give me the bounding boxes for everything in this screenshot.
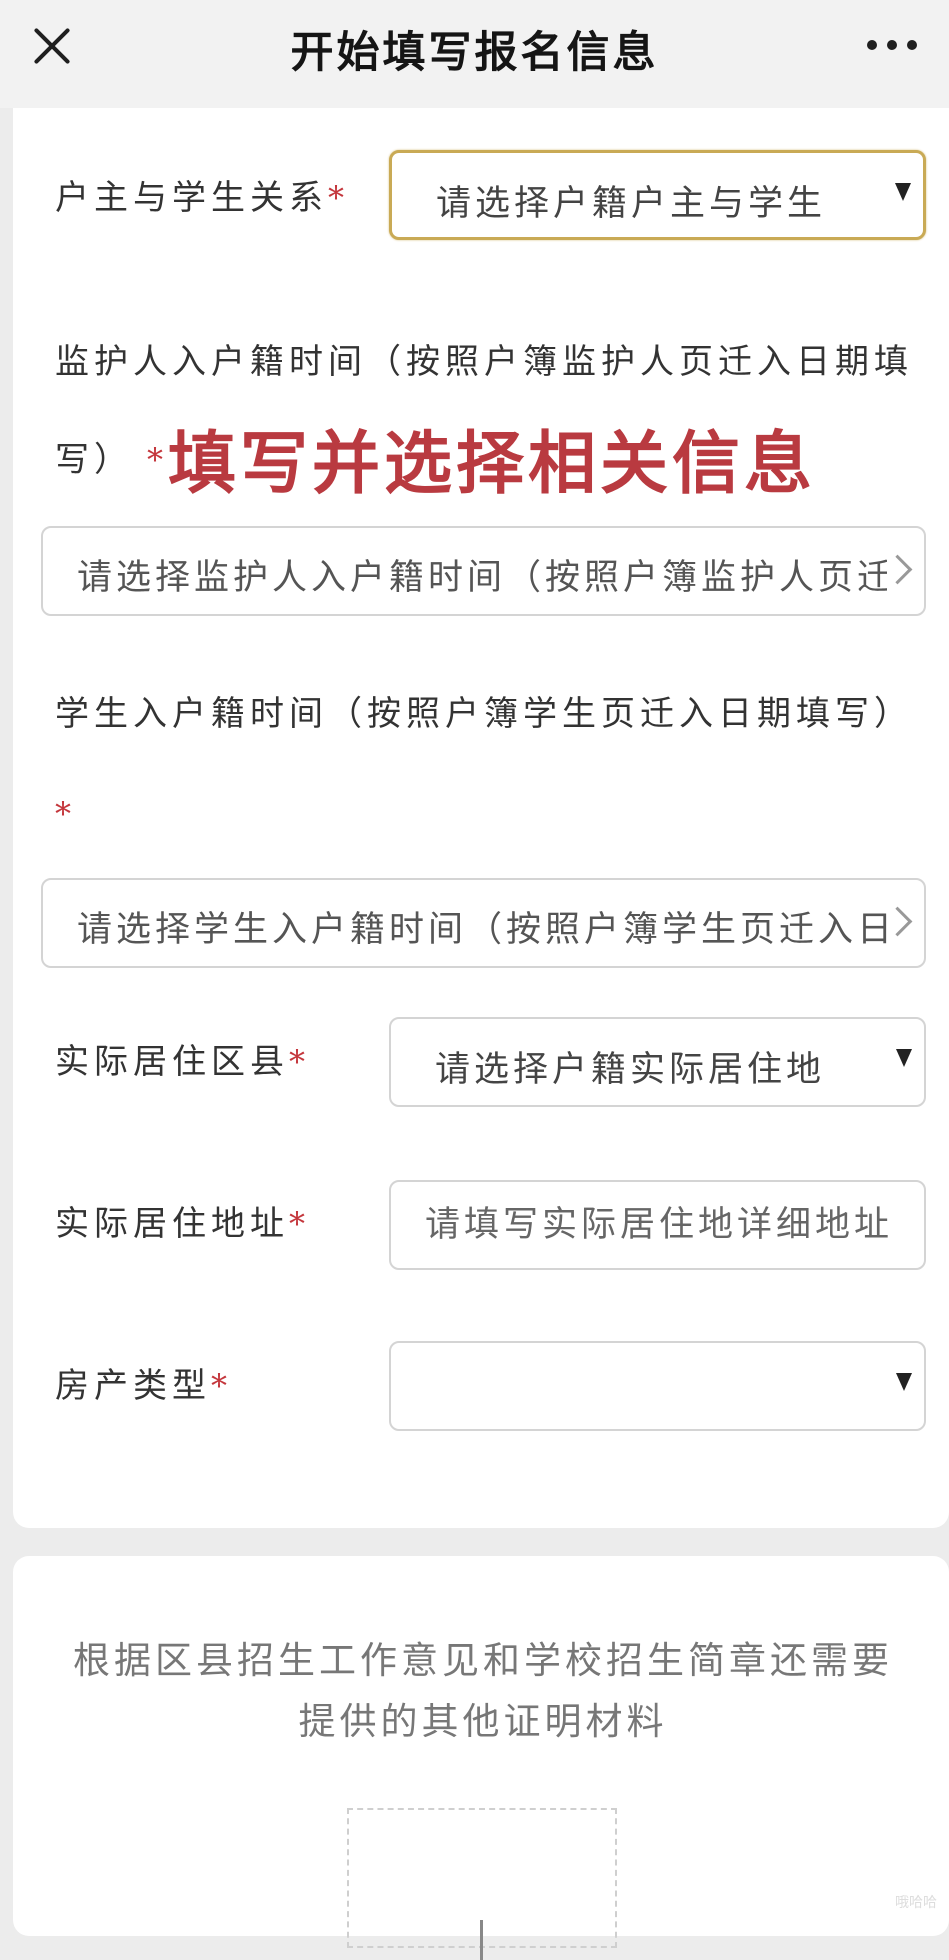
required-mark: * (328, 179, 349, 217)
chevron-right-icon (882, 554, 913, 585)
property-type-select[interactable] (389, 1341, 926, 1431)
relationship-label: 户主与学生关系* (55, 178, 349, 218)
residence-district-select-value: 请选择户籍实际居住地 (435, 1050, 826, 1090)
guardian-time-label-line2: 写） * (55, 440, 168, 480)
student-time-picker[interactable]: 请选择学生入户籍时间（按照户簿学生页迁入日期填写） (41, 878, 926, 968)
guardian-time-placeholder: 请选择监护人入户籍时间（按照户簿监护人页迁入日期填写） (77, 558, 887, 598)
more-dot (867, 40, 877, 50)
residence-address-field[interactable] (425, 1182, 915, 1268)
more-dot (907, 40, 917, 50)
chevron-right-icon (882, 906, 913, 937)
relationship-select-value: 请选择户籍户主与学生 (436, 184, 827, 224)
residence-address-label-text: 实际居住地址 (55, 1204, 289, 1244)
page-title: 开始填写报名信息 (290, 28, 659, 78)
more-dot (887, 40, 897, 50)
relationship-select[interactable]: 请选择户籍户主与学生 (389, 150, 926, 240)
required-mark: * (55, 795, 76, 833)
student-time-placeholder: 请选择学生入户籍时间（按照户簿学生页迁入日期填写） (77, 910, 887, 950)
property-type-label: 房产类型* (55, 1366, 232, 1406)
residence-address-label: 实际居住地址* (55, 1204, 310, 1244)
residence-district-select[interactable]: 请选择户籍实际居住地 (389, 1017, 926, 1107)
upload-area[interactable] (347, 1808, 617, 1960)
materials-instruction: 根据区县招生工作意见和学校招生简章还需要提供的其他证明材料 (73, 1639, 893, 1743)
instruction-annotation: 填写并选择相关信息 (168, 424, 817, 504)
guardian-time-picker[interactable]: 请选择监护人入户籍时间（按照户簿监护人页迁入日期填写） (41, 526, 926, 616)
guardian-time-label-text: 写） (55, 440, 133, 480)
registration-form-card: 户主与学生关系* 请选择户籍户主与学生 监护人入户籍时间（按照户簿监护人页迁入日… (13, 108, 949, 1528)
more-options-icon[interactable] (867, 34, 917, 56)
student-time-label: 学生入户籍时间（按照户簿学生页迁入日期填写） (55, 694, 913, 734)
property-type-label-text: 房产类型 (55, 1366, 211, 1406)
residence-address-input[interactable] (389, 1180, 926, 1270)
required-mark: * (147, 441, 168, 479)
residence-district-label: 实际居住区县* (55, 1042, 310, 1082)
dropdown-caret-icon (896, 1373, 912, 1391)
dropdown-caret-icon (896, 1049, 912, 1067)
guardian-time-label-line1: 监护人入户籍时间（按照户簿监护人页迁入日期填 (55, 342, 913, 382)
top-bar: 开始填写报名信息 (0, 0, 949, 108)
required-mark: * (289, 1205, 310, 1243)
additional-materials-card: 根据区县招生工作意见和学校招生简章还需要提供的其他证明材料 (13, 1556, 949, 1960)
student-time-required: * (55, 794, 76, 834)
watermark: 哦哈哈 (895, 1895, 937, 1911)
relationship-label-text: 户主与学生关系 (55, 178, 328, 218)
dropdown-caret-icon (895, 183, 911, 201)
residence-district-label-text: 实际居住区县 (55, 1042, 289, 1082)
required-mark: * (211, 1367, 232, 1405)
plus-icon (480, 1920, 483, 1960)
required-mark: * (289, 1043, 310, 1081)
